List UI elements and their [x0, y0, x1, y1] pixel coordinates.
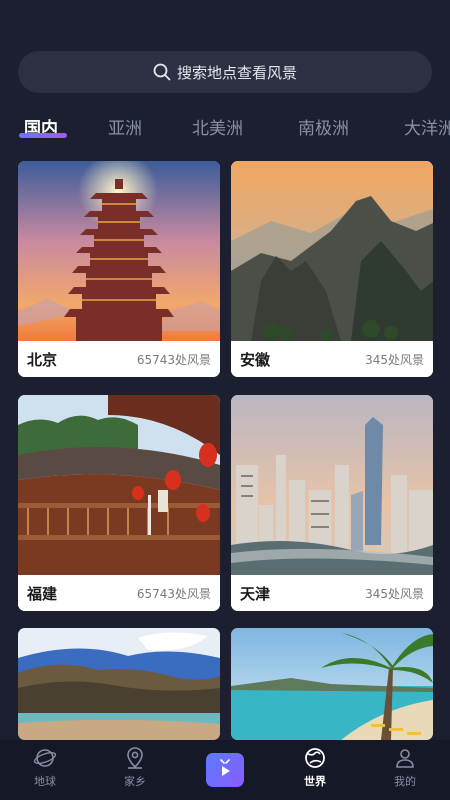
card-caption: 北京 65743处风景 — [18, 341, 220, 377]
region-tabs: 国内 亚洲 北美洲 南极洲 大洋洲 — [0, 110, 450, 146]
nav-earth[interactable]: 地球 — [15, 746, 75, 798]
card-caption: 安徽 345处风景 — [231, 341, 433, 377]
destination-card[interactable] — [231, 628, 433, 740]
nav-mine[interactable]: 我的 — [375, 746, 435, 798]
destination-card-anhui[interactable]: 安徽 345处风景 — [231, 161, 433, 377]
globe-icon — [305, 748, 325, 768]
destination-card-tianjin[interactable]: 天津 345处风景 — [231, 395, 433, 611]
active-tab-indicator — [19, 133, 67, 138]
card-title: 福建 — [27, 584, 58, 603]
nav-hometown[interactable]: 家乡 — [105, 746, 165, 798]
destination-card[interactable] — [18, 628, 220, 740]
play-tv-icon — [220, 759, 230, 776]
card-count: 65743处风景 — [136, 586, 211, 601]
card-count: 345处风景 — [365, 586, 424, 601]
search-icon — [153, 63, 171, 81]
nav-earth-label: 地球 — [34, 775, 56, 788]
tropical-beach-image — [231, 628, 433, 740]
play-tv-button[interactable] — [206, 753, 244, 787]
city-skyline-image — [231, 395, 433, 575]
card-count: 65743处风景 — [136, 352, 211, 367]
tab-oceania[interactable]: 大洋洲 — [404, 114, 450, 139]
card-title: 安徽 — [240, 350, 271, 369]
nav-world[interactable]: 世界 — [285, 746, 345, 798]
search-bar[interactable]: 搜索地点查看风景 — [18, 51, 432, 93]
card-title: 北京 — [27, 350, 58, 369]
pagoda-sunset-image — [18, 161, 220, 341]
tab-antarctica[interactable]: 南极洲 — [298, 114, 349, 139]
card-caption: 福建 65743处风景 — [18, 575, 220, 611]
destination-card-beijing[interactable]: 北京 65743处风景 — [18, 161, 220, 377]
destination-card-fujian[interactable]: 福建 65743处风景 — [18, 395, 220, 611]
person-icon — [396, 749, 414, 768]
tab-north-america[interactable]: 北美洲 — [192, 114, 243, 139]
tulou-building-image — [18, 395, 220, 575]
planet-icon — [33, 749, 57, 767]
nav-world-label: 世界 — [304, 775, 326, 788]
tab-asia[interactable]: 亚洲 — [108, 114, 142, 139]
location-pin-icon — [127, 747, 143, 769]
card-count: 345处风景 — [365, 352, 424, 367]
search-placeholder: 搜索地点查看风景 — [176, 63, 297, 82]
nav-mine-label: 我的 — [394, 775, 416, 788]
card-title: 天津 — [240, 584, 271, 603]
nav-hometown-label: 家乡 — [124, 775, 146, 788]
mountain-lake-image — [18, 628, 220, 740]
mountain-peaks-image — [231, 161, 433, 341]
card-caption: 天津 345处风景 — [231, 575, 433, 611]
